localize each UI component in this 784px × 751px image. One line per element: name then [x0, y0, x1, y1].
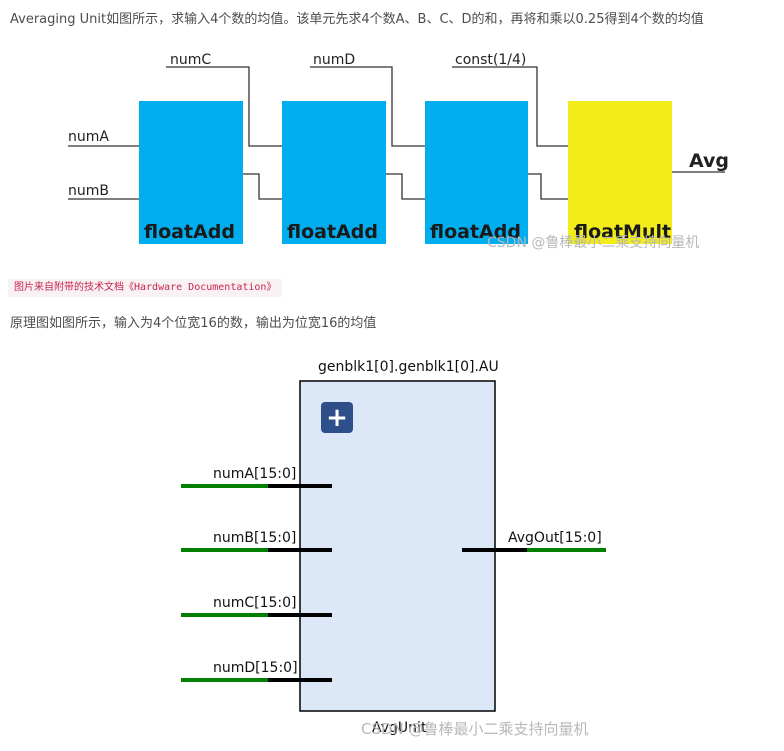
port-numD: numD[15:0]	[181, 660, 332, 682]
instance-name: genblk1[0].genblk1[0].AU	[318, 359, 499, 375]
wire-add1-out	[243, 173, 282, 200]
wire-add2-out	[386, 173, 425, 200]
avg-output-label: Avg	[689, 150, 729, 172]
port-numB: numB[15:0]	[181, 530, 332, 552]
plus-icon: +	[326, 403, 348, 433]
numC-label: numC	[170, 52, 211, 68]
numD-label: numD	[313, 52, 355, 68]
port-numD-label: numD[15:0]	[213, 660, 298, 676]
port-numA: numA[15:0]	[181, 466, 332, 488]
schematic-description: 原理图如图所示，输入为4个位宽16的数，输出为位宽16的均值	[10, 316, 377, 331]
module-name: AvgUnit	[372, 720, 427, 736]
const-label: const(1/4)	[455, 52, 526, 68]
port-avgout: AvgOut[15:0]	[462, 530, 606, 552]
port-numB-label: numB[15:0]	[213, 530, 296, 546]
floatadd-label-2: floatAdd	[287, 221, 378, 243]
floatadd-label-1: floatAdd	[144, 221, 235, 243]
watermark-1: CSDN @鲁棒最小二乘支持向量机	[487, 235, 699, 251]
port-numC-label: numC[15:0]	[213, 595, 297, 611]
averaging-unit-block-diagram: floatAdd floatAdd floatAdd floatMult num…	[68, 52, 729, 251]
expand-button[interactable]	[321, 402, 353, 433]
numA-label: numA	[68, 129, 109, 145]
avgunit-module-box	[299, 380, 496, 712]
port-avgout-label: AvgOut[15:0]	[508, 530, 602, 546]
watermark-2: CSDN @鲁棒最小二乘支持向量机	[361, 720, 589, 738]
port-numC: numC[15:0]	[181, 595, 332, 617]
numB-label: numB	[68, 183, 109, 199]
port-numA-label: numA[15:0]	[213, 466, 296, 482]
wire-add3-out	[528, 173, 568, 200]
image-source-caption: 图片来自附带的技术文档《Hardware Documentation》	[8, 279, 283, 297]
